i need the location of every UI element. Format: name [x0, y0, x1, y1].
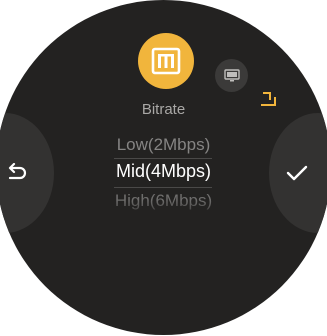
back-arrow-icon — [0, 155, 34, 191]
screen-title: Bitrate — [141, 101, 186, 118]
watch-face: Bitrate Low(2Mbps) Mid(4Mbps) High(6Mbps… — [0, 0, 327, 335]
bitrate-icon[interactable] — [138, 33, 194, 89]
divider — [114, 158, 212, 159]
divider — [114, 187, 212, 188]
monitor-icon[interactable] — [215, 59, 248, 92]
check-icon — [279, 155, 315, 191]
